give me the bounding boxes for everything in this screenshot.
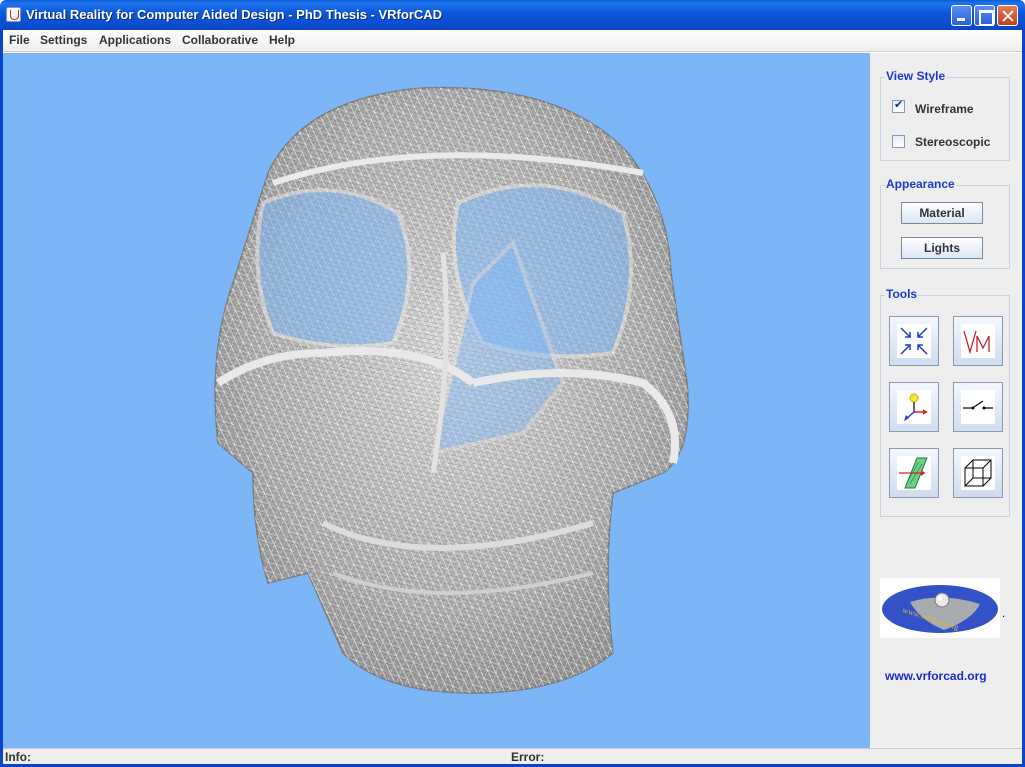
bounding-box-icon [961,456,995,490]
axes-icon [897,390,931,424]
menu-help[interactable]: Help [269,33,295,47]
window-title: Virtual Reality for Computer Aided Desig… [26,7,443,22]
switch-tool-button[interactable] [953,382,1003,432]
skull-wireframe-model[interactable] [3,53,870,748]
lights-button[interactable]: Lights [901,237,983,259]
side-panel: View Style Wireframe Stereoscopic Appear… [870,53,1022,748]
menu-collaborative[interactable]: Collaborative [182,33,258,47]
bounding-box-tool-button[interactable] [953,448,1003,498]
close-button[interactable] [997,5,1018,26]
tools-title: Tools [885,287,919,301]
view-style-group: View Style Wireframe Stereoscopic [880,69,1010,161]
wireframe-checkbox[interactable] [892,98,905,113]
zoom-fit-icon [897,324,931,358]
switch-icon [961,390,995,424]
title-bar[interactable]: Virtual Reality for Computer Aided Desig… [0,0,1025,30]
maximize-icon [975,6,994,26]
website-link[interactable]: www.vrforcad.org [885,669,987,683]
menu-applications[interactable]: Applications [99,33,171,47]
stereoscopic-checkbox[interactable] [892,135,905,148]
vrforcad-logo: www.vrforcad.org [880,578,1000,638]
close-icon [998,6,1017,25]
appearance-title: Appearance [885,177,956,191]
maximize-button[interactable] [974,5,995,26]
status-bar: Info: Error: [3,748,1022,764]
section-plane-tool-button[interactable] [889,448,939,498]
menu-bar: File Settings Applications Collaborative… [3,30,1022,52]
3d-viewport[interactable] [3,53,870,748]
section-plane-icon [897,456,931,490]
stereoscopic-label[interactable]: Stereoscopic [915,135,990,149]
java-app-icon[interactable] [6,7,21,22]
vm-icon [961,324,995,358]
wireframe-label[interactable]: Wireframe [915,102,974,116]
tools-group: Tools [880,287,1010,517]
logo-trailing-dot: . [1002,606,1006,620]
zoom-fit-tool-button[interactable] [889,316,939,366]
minimize-button[interactable] [951,5,972,26]
menu-file[interactable]: File [9,33,30,47]
error-status-label: Error: [511,750,545,764]
menu-settings[interactable]: Settings [40,33,87,47]
vm-tool-button[interactable] [953,316,1003,366]
minimize-icon [952,6,971,25]
info-status-label: Info: [5,750,31,764]
axes-tool-button[interactable] [889,382,939,432]
appearance-group: Appearance Material Lights [880,177,1010,269]
view-style-title: View Style [885,69,947,83]
material-button[interactable]: Material [901,202,983,224]
